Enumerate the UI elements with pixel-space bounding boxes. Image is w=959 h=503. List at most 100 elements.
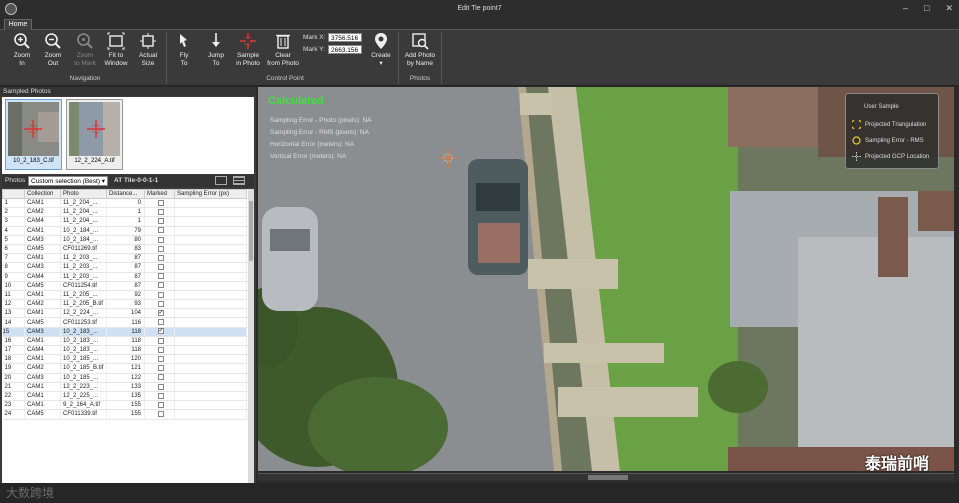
photo-thumbnail[interactable]: 10_2_183_C.tif: [5, 99, 62, 170]
photo-viewer[interactable]: Calculated Sampling Error - Photo (pixel…: [258, 87, 954, 471]
photo-thumbnail[interactable]: 12_2_224_A.tif: [66, 99, 123, 170]
photo-cell: 11_2_205_...: [60, 290, 107, 301]
jump-to-button[interactable]: Jump To: [200, 32, 232, 68]
marked-cell: [144, 299, 175, 310]
mark-y-input[interactable]: 2663.156: [328, 45, 362, 54]
marked-checkbox[interactable]: [157, 319, 164, 326]
scrollbar-thumb[interactable]: [588, 475, 628, 480]
marked-checkbox[interactable]: [157, 374, 164, 381]
marked-checkbox[interactable]: [157, 291, 164, 298]
table-row[interactable]: 16 CAM1 10_2_183_... 118: [2, 336, 247, 347]
table-row[interactable]: 5 CAM3 10_2_184_... 80: [2, 235, 247, 245]
marked-cell: [144, 216, 175, 227]
marked-checkbox[interactable]: [157, 300, 164, 307]
grid-view-icon[interactable]: [215, 176, 227, 185]
table-row[interactable]: 3 CAM4 11_2_204_... 1: [2, 216, 247, 227]
table-row[interactable]: 1 CAM1 11_2_204_... 0: [2, 198, 247, 209]
fit-to-window-button[interactable]: Fit to Window: [100, 32, 132, 68]
marked-checkbox[interactable]: [157, 218, 164, 225]
column-header[interactable]: Photo: [60, 189, 107, 199]
table-row[interactable]: 22 CAM1 12_2_225_... 135: [2, 391, 247, 402]
error-rms-text: Sampling Error - RMS (pixels): NA: [270, 129, 369, 136]
marked-checkbox[interactable]: [157, 245, 164, 252]
marked-checkbox[interactable]: ✓: [157, 328, 164, 335]
create-button[interactable]: Create ▾: [365, 32, 397, 68]
table-row[interactable]: 24 CAM5 CF011339.tif 155: [2, 409, 247, 420]
sample-crosshair-icon: [240, 33, 256, 49]
row-index: 7: [2, 253, 25, 264]
marked-checkbox[interactable]: [157, 254, 164, 261]
column-header[interactable]: Distance...: [106, 189, 145, 199]
table-row[interactable]: 11 CAM1 11_2_205_... 92: [2, 290, 247, 301]
table-row[interactable]: 6 CAM5 CF011269.tif 83: [2, 244, 247, 255]
table-row[interactable]: 4 CAM1 10_2_184_... 79: [2, 226, 247, 236]
row-index: 11: [2, 290, 25, 301]
marked-cell: [144, 391, 175, 402]
marked-cell: [144, 235, 175, 245]
table-row[interactable]: 18 CAM1 10_2_185_... 120: [2, 354, 247, 365]
column-header[interactable]: Marked: [144, 189, 175, 199]
table-row[interactable]: 2 CAM2 11_2_204_... 1: [2, 207, 247, 218]
photo-cell: 10_2_184_...: [60, 226, 107, 236]
column-header[interactable]: Sampling Error (px): [174, 189, 247, 199]
close-icon[interactable]: ✕: [945, 3, 953, 14]
marked-cell: [144, 226, 175, 236]
collection-cell: CAM3: [24, 373, 61, 383]
minimize-icon[interactable]: –: [903, 3, 908, 14]
table-row[interactable]: 20 CAM3 10_2_185_... 122: [2, 373, 247, 383]
marked-checkbox[interactable]: [157, 264, 164, 271]
marked-checkbox[interactable]: [157, 337, 164, 344]
table-row[interactable]: 12 CAM2 11_2_205_B.tif 93: [2, 299, 247, 310]
photo-filter-select[interactable]: Custom selection (Best) ▾: [28, 176, 108, 186]
marked-checkbox[interactable]: [157, 401, 164, 408]
map-pin-icon: [375, 33, 387, 49]
marked-checkbox[interactable]: [157, 273, 164, 280]
marked-checkbox[interactable]: [157, 199, 164, 206]
list-view-icon[interactable]: [233, 176, 245, 185]
table-row[interactable]: 23 CAM1 9_2_164_A.tif 155: [2, 400, 247, 411]
table-row[interactable]: 13 CAM1 12_2_224_... 104 ✓: [2, 308, 247, 319]
marked-checkbox[interactable]: [157, 411, 164, 418]
marked-checkbox[interactable]: [157, 208, 164, 215]
table-row[interactable]: 7 CAM1 11_2_203_... 87: [2, 253, 247, 264]
clear-from-photo-button[interactable]: Clear from Photo: [266, 32, 300, 68]
sampling-error-cell: [174, 327, 247, 337]
table-row[interactable]: 14 CAM5 CF011253.tif 116: [2, 317, 247, 328]
table-row[interactable]: 17 CAM4 10_2_183_... 118: [2, 345, 247, 356]
sampling-error-cell: [174, 336, 247, 347]
table-row[interactable]: 8 CAM3 11_2_203_... 87: [2, 262, 247, 273]
zoom-to-mark-button[interactable]: Zoom to Mark: [69, 32, 101, 68]
viewer-horizontal-scrollbar[interactable]: [258, 473, 954, 481]
marked-checkbox[interactable]: [157, 227, 164, 234]
marked-checkbox[interactable]: [157, 365, 164, 372]
scrollbar-thumb[interactable]: [249, 201, 253, 261]
zoom-to-mark-icon: [77, 33, 93, 49]
sampling-error-cell: [174, 226, 247, 236]
zoom-out-button[interactable]: Zoom Out: [37, 32, 69, 68]
actual-size-button[interactable]: Actual Size: [132, 32, 164, 68]
marked-checkbox[interactable]: [157, 346, 164, 353]
maximize-icon[interactable]: □: [924, 3, 929, 14]
marked-checkbox[interactable]: [157, 355, 164, 362]
mark-x-input[interactable]: 3756.516: [328, 33, 362, 42]
marked-checkbox[interactable]: [157, 392, 164, 399]
fly-to-button[interactable]: Fly To: [168, 32, 200, 68]
marked-checkbox[interactable]: [157, 236, 164, 243]
add-photo-by-name-button[interactable]: Add Photo by Name: [401, 32, 439, 68]
table-row[interactable]: 9 CAM4 11_2_203_... 87: [2, 272, 247, 282]
table-row[interactable]: 10 CAM5 CF011254.tif 87: [2, 281, 247, 291]
sampling-error-cell: [174, 299, 247, 310]
marked-checkbox[interactable]: [157, 282, 164, 289]
row-index: 9: [2, 272, 25, 282]
zoom-in-button[interactable]: Zoom In: [6, 32, 38, 68]
marked-cell: [144, 207, 175, 218]
column-header[interactable]: [2, 189, 25, 199]
marked-checkbox[interactable]: ✓: [157, 310, 164, 317]
table-row[interactable]: 15 CAM3 10_2_183_... 118 ✓: [2, 327, 247, 337]
table-row[interactable]: 19 CAM2 10_2_185_B.tif 121: [2, 363, 247, 374]
column-header[interactable]: Collection: [24, 189, 61, 199]
sample-in-photo-button[interactable]: Sample in Photo: [232, 32, 264, 68]
table-row[interactable]: 21 CAM1 12_2_223_... 133: [2, 382, 247, 392]
table-scrollbar[interactable]: [248, 189, 254, 485]
marked-checkbox[interactable]: [157, 383, 164, 390]
